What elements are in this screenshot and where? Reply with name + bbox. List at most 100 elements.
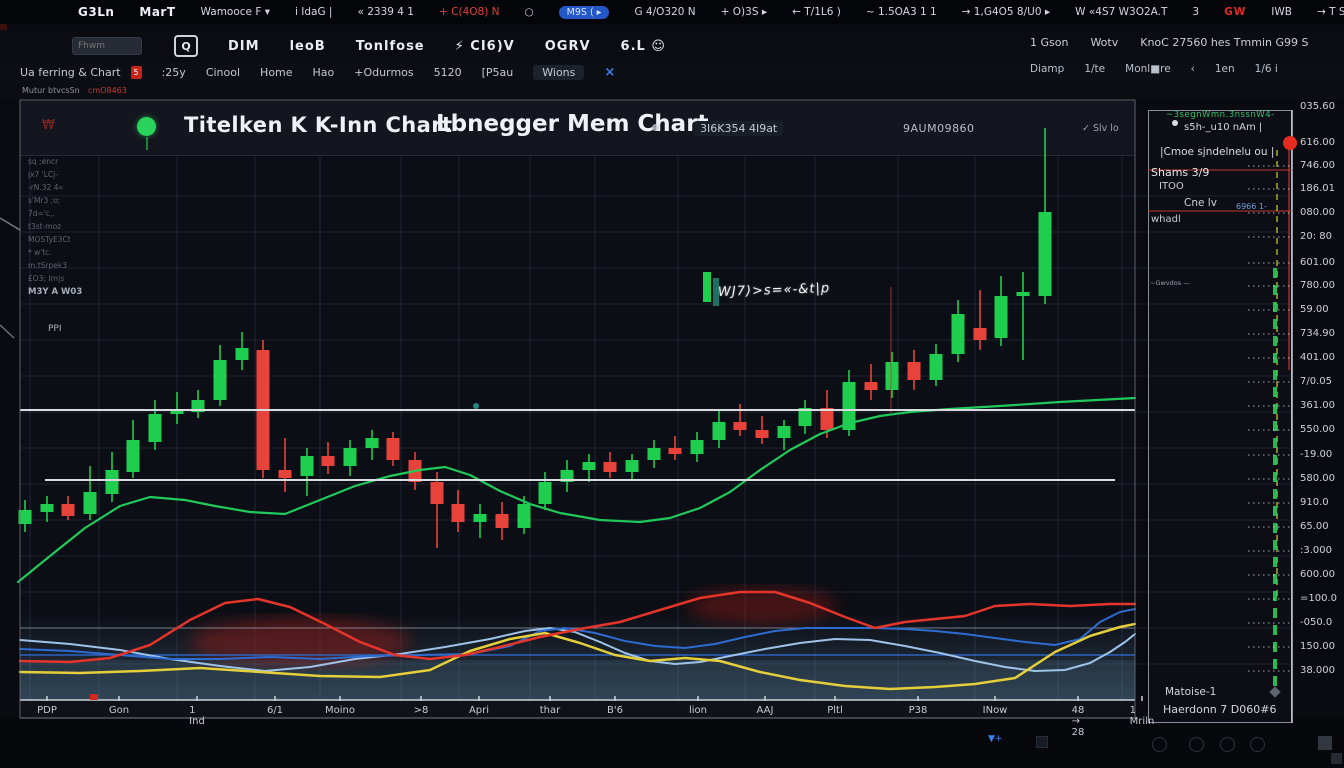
menu-item[interactable]: GW xyxy=(1224,6,1246,18)
toolbar-item[interactable]: OGRV xyxy=(545,39,591,54)
top-menu-bar: G3Ln MarT Wamooce F ▾ i IdaG | « 2339 4 1 + C… xyxy=(0,0,1344,24)
legend-row: £O3; Im|s xyxy=(28,274,168,287)
bottom-blue-icon[interactable]: ▼+ xyxy=(988,734,1002,744)
panel-dot-icon xyxy=(1172,120,1178,126)
menu-item[interactable]: + C(4O8) N xyxy=(439,6,499,18)
y-axis-tick-label: 910.0 xyxy=(1300,497,1329,508)
y-axis-tick-label: 20: 80 xyxy=(1300,231,1332,242)
legend-row: * w'tc. xyxy=(28,248,168,261)
panel-tool-icon[interactable] xyxy=(1220,737,1235,752)
y-axis-tick-label: -050.0 xyxy=(1300,617,1332,628)
y-axis-tick-label: 616.00 xyxy=(1300,137,1335,148)
tab-bar-right-item[interactable]: 1/te xyxy=(1084,63,1105,75)
panel-tool-icon[interactable] xyxy=(1152,737,1167,752)
menu-item[interactable]: i IdaG | xyxy=(295,6,332,18)
toolbar-item[interactable]: 6.L ☺ xyxy=(621,39,666,54)
x-axis-tick-label: PDP xyxy=(37,705,57,716)
menu-item[interactable]: MarT xyxy=(139,5,175,19)
panel-line2: s5h-_u10 nAm | xyxy=(1184,122,1262,133)
menu-item[interactable]: 3 xyxy=(1192,6,1199,18)
tab-item[interactable]: Home xyxy=(260,66,292,79)
toolbar-item[interactable]: leoB xyxy=(290,39,326,54)
y-axis-tick-label: 38.000 xyxy=(1300,665,1335,676)
toolbar-info-item: Wotv xyxy=(1090,36,1118,49)
y-axis-tick-label: =100.0 xyxy=(1300,593,1337,604)
left-legend-column: sq ;encrjx7 'LCj--rN.32 4«s'Mr3 ;o;7d='c… xyxy=(28,157,168,300)
corner-icon-2[interactable] xyxy=(1331,753,1342,764)
chart-title-center: Lbnegger Mem Chart xyxy=(436,111,709,137)
tab-bar-right: Diamp 1/te Monl■re ‹ 1en 1/6 i xyxy=(1030,63,1278,75)
corner-icon[interactable] xyxy=(1318,736,1332,750)
tab-bar-right-item[interactable]: ‹ xyxy=(1191,63,1195,75)
search-icon[interactable]: Q xyxy=(174,35,198,57)
legend-row: t3st-moz xyxy=(28,222,168,235)
x-axis-tick-label: Gon xyxy=(109,705,129,716)
menu-item[interactable]: « 2339 4 1 xyxy=(357,6,414,18)
tab-item[interactable]: :25y xyxy=(162,66,186,79)
menu-item[interactable]: ← T/1L6 ) xyxy=(792,6,841,18)
panel-tool-icon[interactable] xyxy=(1250,737,1265,752)
y-axis-tick-label: 580.00 xyxy=(1300,473,1335,484)
menu-item[interactable]: Wamooce F ▾ xyxy=(201,6,270,18)
menu-item[interactable]: ~ 1.5OA3 1 1 xyxy=(866,6,937,18)
tab-item[interactable]: [P5au xyxy=(482,66,514,79)
menu-item[interactable]: → 1,G4O5 8/U0 ▸ xyxy=(962,6,1050,18)
bottom-dark-icon[interactable] xyxy=(1036,736,1048,748)
menu-item[interactable]: M9S ( ▸ xyxy=(559,6,610,19)
toolbar-item[interactable]: Tonlfose xyxy=(356,39,425,54)
legend-row: m.tSrpek3 xyxy=(28,261,168,274)
tab-bar-right-item[interactable]: 1/6 i xyxy=(1255,63,1278,75)
y-axis-tick-label: 150.00 xyxy=(1300,641,1335,652)
tab-item[interactable]: Cinool xyxy=(206,66,240,79)
x-axis-tick-label: >8 xyxy=(414,705,429,716)
y-axis-tick-label: 734.90 xyxy=(1300,328,1335,339)
tab-chip[interactable]: Wions xyxy=(533,65,584,80)
menu-item[interactable]: + O)3S ▸ xyxy=(721,6,767,18)
toolbar-info-item: 1 Gson xyxy=(1030,36,1068,49)
panel-tiny-note: ~Gwvdos — xyxy=(1150,279,1190,287)
panel-footer-line1: Matoise-1 xyxy=(1165,686,1216,698)
tab-bar-right-item[interactable]: Diamp xyxy=(1030,63,1064,75)
toolbar-right-info: 1 Gson Wotv KnoC 27560 hes Tmmin G99 S xyxy=(1030,36,1308,49)
y-axis-tick-label: 080.00 xyxy=(1300,207,1335,218)
y-axis-tick-label: 59.00 xyxy=(1300,304,1329,315)
panel-row-label-3[interactable]: Cne lv xyxy=(1184,197,1217,209)
status-strip: Mutur btvcsSn cmO8463 xyxy=(0,82,1344,99)
tab-bar-right-item[interactable]: Monl■re xyxy=(1125,63,1171,75)
menu-item[interactable]: → T SS3mSSnawO3aG xyxy=(1317,6,1344,18)
tab-item[interactable]: Hao xyxy=(313,66,335,79)
x-axis-tick-label: thar xyxy=(540,705,561,716)
header-value-chip[interactable]: 3I6K354 4I9at xyxy=(694,121,783,136)
tab-item[interactable]: 5120 xyxy=(434,66,462,79)
page-title: Ua ferring & Chart xyxy=(20,66,121,79)
panel-row-label-4[interactable]: whadl xyxy=(1151,214,1181,225)
menu-item[interactable]: IWB xyxy=(1271,6,1292,18)
y-axis-tick-label: 601.00 xyxy=(1300,257,1335,268)
legend-row: M3Y A W03 xyxy=(28,287,168,300)
y-axis-tick-label: 361.00 xyxy=(1300,400,1335,411)
menu-item[interactable]: ○ xyxy=(524,6,533,18)
x-axis-tick-label: P38 xyxy=(909,705,928,716)
toolbar-info-item: KnoC 27560 hes Tmmin G99 S xyxy=(1140,36,1308,49)
tab-bar-right-item[interactable]: 1en xyxy=(1215,63,1235,75)
panel-tool-icon[interactable] xyxy=(1189,737,1204,752)
menu-item[interactable]: G 4/O320 N xyxy=(634,6,695,18)
panel-footer-line2: Haerdonn 7 D060#6 xyxy=(1163,703,1276,716)
close-tab-button[interactable]: × xyxy=(604,65,615,80)
x-axis-tick-label: 1 Mriln xyxy=(1130,705,1155,727)
panel-row-label-2[interactable]: ITOO xyxy=(1159,181,1184,192)
tab-item[interactable]: +Odurmos xyxy=(354,66,413,79)
menu-item[interactable]: G3Ln xyxy=(78,5,114,19)
toolbar-item[interactable]: ⚡ CI6)V xyxy=(455,39,515,54)
legend-row: -rN.32 4« xyxy=(28,183,168,196)
y-axis-tick-label: 746.00 xyxy=(1300,160,1335,171)
panel-row-label-1[interactable]: Shams 3/9 xyxy=(1151,166,1209,179)
panel-line3: |Cmoe sjndelnelu ou | xyxy=(1160,146,1274,158)
toolbar-item[interactable]: DIM xyxy=(228,39,260,54)
search-input[interactable] xyxy=(72,37,142,55)
panel-signal-text: ~3segnWmn.3nssnW4- xyxy=(1166,110,1275,120)
header-value-2: 9AUM09860 xyxy=(903,122,975,135)
legend-row: sq ;encr xyxy=(28,157,168,170)
menu-item[interactable]: W «4S7 W3O2A.T xyxy=(1075,6,1167,18)
x-axis-tick-label: AAJ xyxy=(757,705,774,716)
